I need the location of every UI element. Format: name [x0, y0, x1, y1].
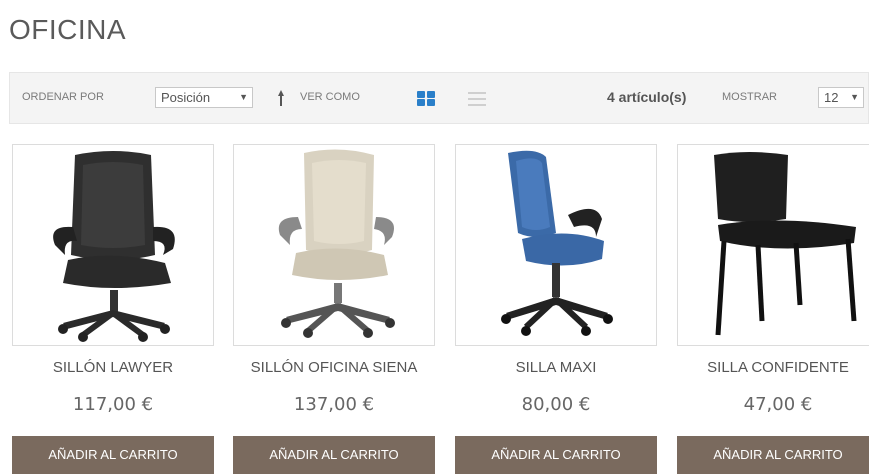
show-select[interactable]: 12 ▼ [818, 87, 864, 108]
show-label: MOSTRAR [722, 91, 777, 103]
product-card: SILLA MAXI 80,00 € AÑADIR AL CARRITO [455, 144, 657, 474]
product-card: SILLÓN OFICINA SIENA 137,00 € AÑADIR AL … [233, 144, 435, 474]
sort-select-value: Posición [161, 90, 211, 105]
sort-label: ORDENAR POR [22, 91, 104, 103]
product-card: SILLÓN LAWYER 117,00 € AÑADIR AL CARRITO [12, 144, 214, 474]
add-to-cart-button[interactable]: AÑADIR AL CARRITO [455, 436, 657, 474]
product-name[interactable]: SILLÓN OFICINA SIENA [223, 359, 445, 376]
product-image[interactable] [677, 144, 869, 346]
beige-executive-chair-icon [278, 149, 395, 338]
product-image[interactable] [12, 144, 214, 346]
view-label: VER COMO [300, 91, 360, 103]
sort-direction-icon[interactable] [276, 87, 286, 109]
toolbar: ORDENAR POR Posición ▼ VER COMO 4 artícu… [9, 72, 869, 124]
product-name[interactable]: SILLA CONFIDENTE [667, 359, 869, 376]
product-price: 80,00 € [521, 394, 591, 415]
black-guest-chair-icon [714, 152, 857, 336]
product-name[interactable]: SILLA MAXI [445, 359, 667, 376]
show-select-value: 12 [824, 90, 839, 105]
add-to-cart-button[interactable]: AÑADIR AL CARRITO [677, 436, 869, 474]
add-to-cart-button[interactable]: AÑADIR AL CARRITO [12, 436, 214, 474]
sort-select[interactable]: Posición ▼ [155, 87, 253, 108]
grid-view-icon[interactable] [417, 91, 435, 106]
product-card: SILLA CONFIDENTE 47,00 € AÑADIR AL CARRI… [677, 144, 869, 474]
page-title: OFICINA [9, 14, 127, 45]
product-image[interactable] [233, 144, 435, 346]
chevron-down-icon: ▼ [850, 92, 859, 102]
black-leather-executive-chair-icon [53, 151, 175, 342]
list-view-icon[interactable] [468, 92, 486, 106]
product-price: 117,00 € [72, 394, 154, 415]
product-price: 137,00 € [293, 394, 375, 415]
chevron-down-icon: ▼ [239, 92, 248, 102]
product-name[interactable]: SILLÓN LAWYER [2, 359, 224, 376]
product-image[interactable] [455, 144, 657, 346]
product-price: 47,00 € [743, 394, 813, 415]
add-to-cart-button[interactable]: AÑADIR AL CARRITO [233, 436, 435, 474]
item-count: 4 artículo(s) [607, 89, 687, 105]
blue-task-chair-icon [501, 150, 613, 336]
